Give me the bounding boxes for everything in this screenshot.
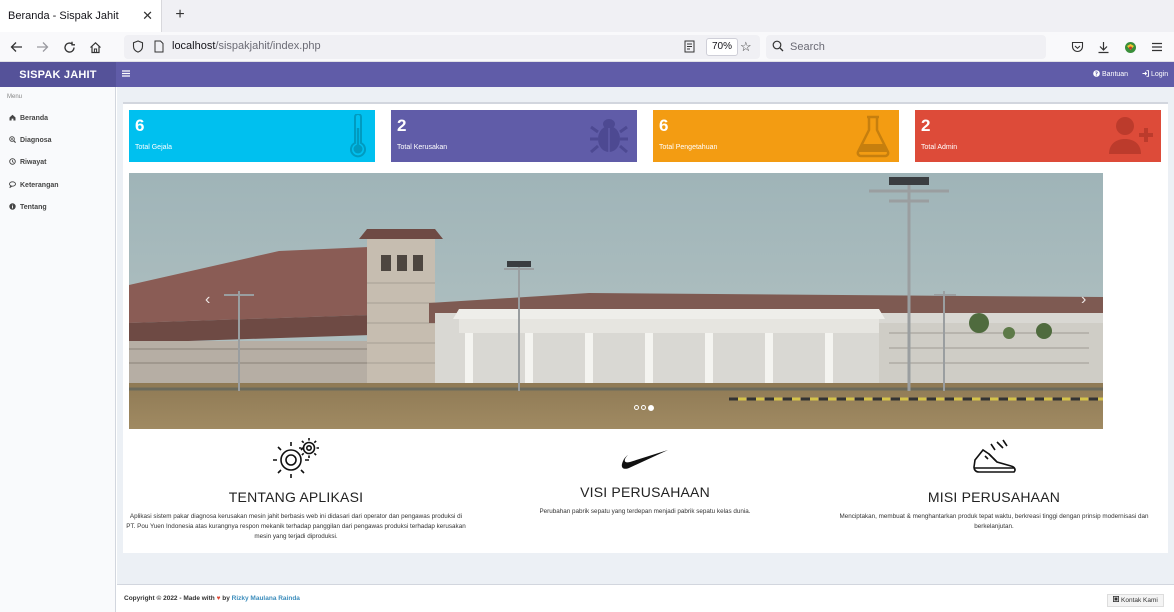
running-shoe-icon (824, 436, 1164, 483)
carousel-dot[interactable] (641, 405, 646, 410)
image-carousel[interactable]: ‹ › (129, 173, 1103, 429)
footer: Copyright © 2022 - Made with ♥ by Rizky … (117, 584, 1174, 612)
help-label: Bantuan (1102, 71, 1129, 78)
stat-box-pengetahuan[interactable]: 6 Total Pengetahuan (653, 110, 899, 162)
sidebar-item-label: Beranda (20, 115, 49, 122)
info-title: MISI PERUSAHAAN (927, 489, 1061, 505)
sidebar-item-riwayat[interactable]: Riwayat (8, 158, 46, 167)
sign-in-icon (1142, 70, 1149, 79)
stat-box-kerusakan[interactable]: 2 Total Kerusakan (391, 110, 637, 162)
sidebar-item-keterangan[interactable]: Keterangan (8, 181, 59, 190)
browser-toolbar: localhost/sispakjahit/index.php 70% ☆ Se… (0, 32, 1174, 62)
sidebar-item-diagnosa[interactable]: Diagnosa (8, 136, 52, 145)
sidebar-toggle-icon[interactable] (122, 68, 130, 80)
sidebar-item-label: Diagnosa (20, 137, 52, 144)
stat-value: 6 (135, 116, 145, 135)
login-link[interactable]: Login (1142, 70, 1168, 79)
home-icon[interactable] (86, 38, 104, 56)
flask-icon (855, 114, 891, 162)
bookmark-star-icon[interactable]: ☆ (740, 39, 752, 55)
login-label: Login (1151, 71, 1169, 78)
factory-building-image (129, 173, 1103, 429)
stat-label: Total Kerusakan (397, 144, 448, 151)
stat-value: 2 (397, 116, 407, 135)
carousel-next-icon[interactable]: › (1081, 291, 1086, 309)
comment-icon (8, 181, 16, 190)
sidebar: Menu Beranda Diagnosa Riwayat Keterangan… (0, 87, 116, 612)
url-bar[interactable]: localhost/sispakjahit/index.php 70% ☆ (124, 35, 760, 59)
pocket-icon[interactable] (1068, 38, 1086, 56)
help-link[interactable]: ? Bantuan (1093, 70, 1128, 79)
url-path: /sispakjahit/index.php (215, 40, 321, 52)
menu-icon[interactable] (1148, 38, 1166, 56)
extension-icon[interactable] (1121, 38, 1139, 56)
search-input[interactable]: Search (766, 35, 1046, 59)
svg-text:?: ? (1095, 72, 1098, 77)
page-icon (154, 40, 164, 56)
browser-tab[interactable]: Beranda - Sispak Jahit ✕ (0, 0, 162, 32)
stat-box-admin[interactable]: 2 Total Admin (915, 110, 1161, 162)
copyright-text: Copyright © 2022 - Made with (124, 595, 215, 602)
contact-button[interactable]: Kontak Kami (1107, 594, 1164, 607)
gears-icon (126, 436, 466, 483)
url-host: localhost (172, 40, 216, 52)
user-plus-icon (1109, 114, 1153, 161)
contact-card-icon (1113, 595, 1119, 606)
search-icon (772, 40, 784, 55)
carousel-dot[interactable] (634, 405, 639, 410)
heart-icon: ♥ (216, 595, 221, 602)
browser-tab-bar: Beranda - Sispak Jahit ✕ + (0, 0, 1174, 32)
sidebar-item-label: Keterangan (20, 182, 59, 189)
back-icon[interactable] (7, 38, 25, 56)
author-link[interactable]: Rizky Maulana Rainda (232, 595, 300, 602)
search-placeholder: Search (790, 41, 825, 53)
question-circle-icon: ? (1093, 70, 1100, 79)
sidebar-item-tentang[interactable]: Tentang (8, 203, 47, 212)
tab-title: Beranda - Sispak Jahit (8, 10, 119, 22)
info-circle-icon (8, 203, 16, 212)
carousel-dot-active[interactable] (648, 405, 654, 411)
info-title: VISI PERUSAHAAN (580, 484, 710, 500)
sidebar-item-beranda[interactable]: Beranda (8, 114, 48, 123)
stat-label: Total Gejala (135, 144, 172, 151)
footer-by: by (222, 595, 230, 602)
info-text: Perubahan pabrik sepatu yang terdepan me… (539, 508, 751, 515)
reader-view-icon[interactable] (684, 40, 695, 56)
reload-icon[interactable] (60, 38, 78, 56)
info-text: Menciptakan, membuat & menghantarkan pro… (839, 513, 1149, 530)
stat-value: 6 (659, 116, 669, 135)
info-visi-perusahaan: VISI PERUSAHAAN Perubahan pabrik sepatu … (475, 436, 815, 517)
info-text: Aplikasi sistem pakar diagnosa kerusakan… (126, 513, 466, 540)
sidebar-item-label: Tentang (20, 204, 47, 211)
app-header: SISPAK JAHIT ? Bantuan Login (0, 62, 1174, 87)
sidebar-item-label: Riwayat (20, 159, 47, 166)
stat-label: Total Pengetahuan (659, 144, 718, 151)
thermometer-icon (349, 113, 367, 162)
search-plus-icon (8, 136, 16, 145)
carousel-indicators (634, 405, 654, 411)
info-title: TENTANG APLIKASI (228, 489, 364, 505)
info-tentang-aplikasi: TENTANG APLIKASI Aplikasi sistem pakar d… (126, 436, 466, 542)
swoosh-icon (475, 436, 815, 478)
footer-copyright: Copyright © 2022 - Made with ♥ by Rizky … (124, 595, 300, 602)
info-misi-perusahaan: MISI PERUSAHAAN Menciptakan, membuat & m… (824, 436, 1164, 532)
download-icon[interactable] (1094, 38, 1112, 56)
history-icon (8, 158, 16, 167)
stat-value: 2 (921, 116, 931, 135)
shield-icon[interactable] (132, 40, 144, 56)
home-icon (8, 114, 16, 123)
stat-box-gejala[interactable]: 6 Total Gejala (129, 110, 375, 162)
carousel-prev-icon[interactable]: ‹ (205, 291, 210, 309)
bug-icon (589, 114, 629, 161)
forward-icon[interactable] (33, 38, 51, 56)
zoom-level-button[interactable]: 70% (706, 38, 739, 56)
sidebar-menu-header: Menu (7, 94, 23, 100)
close-icon[interactable]: ✕ (142, 8, 153, 24)
new-tab-icon[interactable]: + (170, 6, 190, 24)
brand-logo[interactable]: SISPAK JAHIT (0, 62, 116, 87)
url-text[interactable]: localhost/sispakjahit/index.php (172, 40, 321, 52)
contact-button-label: Kontak Kami (1121, 597, 1158, 604)
stat-label: Total Admin (921, 144, 958, 151)
